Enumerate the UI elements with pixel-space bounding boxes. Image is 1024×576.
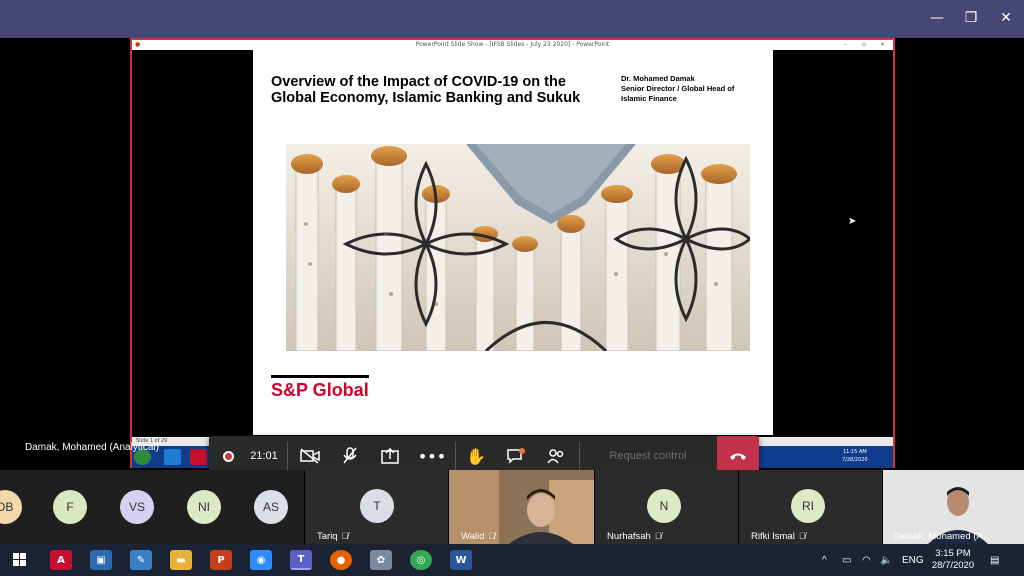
mosque-columns-image [286,144,750,351]
separator [579,442,580,470]
avatar[interactable]: NI [187,490,221,524]
shared-screen: PowerPoint Slide Show - [IFSB Slides - J… [130,38,895,468]
camera-off-icon [300,448,320,464]
pp-restore-icon[interactable]: ▫ [862,40,866,50]
firefox-icon[interactable]: ● [330,550,352,570]
mic-off-icon: 🎙̸ [654,531,662,541]
avatar[interactable]: VS [120,490,154,524]
people-icon [547,449,564,464]
clock-date: 28/7/2020 [931,560,975,571]
separator [287,442,288,470]
remote-pdf-icon[interactable] [190,449,207,465]
language-indicator[interactable]: ENG [902,544,924,576]
notifications-icon[interactable]: ▤ [990,544,1004,576]
mic-off-icon: 🎙̸ [798,531,806,541]
remote-clock: 11:15 AM 7/28/2020 [842,448,868,464]
show-hidden-icons[interactable]: ^ [822,544,836,576]
participant-tile[interactable]: RI Rifki Ismal 🎙̸ [739,470,882,544]
mouse-cursor-icon: ➤ [848,216,857,227]
mic-off-icon: 🎙̸ [488,531,496,541]
participant-gallery: DB F VS NI AS T Tariq 🎙̸ Walid 🎙̸ N Nurhaf… [0,470,1024,544]
more-icon: ••• [417,446,447,466]
close-button[interactable]: ✕ [990,6,1022,30]
participant-name: Nurhafsah 🎙̸ [607,531,662,542]
word-icon[interactable]: W [450,550,472,570]
windows-taskbar: A ▣ ✎ ▬ P ◉ T ● ✿ ◎ W ^ ▭ ◠ 🔈 ENG 3:15 P… [0,544,1024,576]
author-name: Dr. Mohamed Damak [621,74,695,83]
participant-video-walid[interactable]: Walid 🎙̸ [449,470,594,544]
participant-tile[interactable]: T Tariq 🎙̸ [305,470,448,544]
presenter-label: Damak, Mohamed (Analytical) [25,442,159,453]
minimize-button[interactable]: — [921,6,953,30]
participant-video-self[interactable]: Damak, Mohamed (A... [883,470,1024,544]
mic-off-icon [343,447,357,464]
windows-start-icon[interactable] [9,550,31,570]
teams-icon[interactable]: T [290,550,312,570]
participant-name: Damak, Mohamed (A... [893,531,991,542]
taskbar-clock[interactable]: 3:15 PM 28/7/2020 [928,548,978,572]
acrobat-icon[interactable]: A [50,550,72,570]
avatar: N [647,489,681,523]
teams-title-bar: — ❐ ✕ [0,0,1024,38]
powerpoint-app-icon: ● [135,41,141,48]
meeting-stage: PowerPoint Slide Show - [IFSB Slides - J… [0,38,1024,476]
pp-close-icon[interactable]: × [880,40,885,50]
participant-name: Rifki Ismal 🎙̸ [751,531,806,542]
slide-title: Overview of the Impact of COVID-19 on th… [271,74,581,106]
author-role: Senior Director / Global Head of Islamic… [621,84,735,103]
file-explorer-icon[interactable]: ▬ [170,550,192,570]
slide-author: Dr. Mohamed Damak Senior Director / Glob… [621,74,761,104]
chat-icon [507,448,525,464]
avatar: RI [791,489,825,523]
sp-global-logo: S&P Global [271,375,369,401]
powerpoint-icon[interactable]: P [210,550,232,570]
avatar[interactable]: F [53,490,87,524]
hand-icon: ✋ [466,446,486,466]
separator [455,442,456,470]
slide: Overview of the Impact of COVID-19 on th… [253,50,773,435]
volume-icon[interactable]: 🔈 [880,544,894,576]
phone-hangup-icon [730,453,746,460]
restore-button[interactable]: ❐ [955,6,987,30]
zoom-icon[interactable]: ◉ [250,550,272,570]
remote-time: 11:15 AM [842,449,867,455]
wifi-icon[interactable]: ◠ [862,544,876,576]
remote-date: 7/28/2020 [842,457,868,463]
store-icon[interactable]: ▣ [90,550,112,570]
battery-icon[interactable]: ▭ [842,544,856,576]
avatar: T [360,489,394,523]
notepad-icon[interactable]: ✎ [130,550,152,570]
participant-name: Tariq 🎙̸ [317,531,349,542]
pp-minimize-icon[interactable]: – [844,40,847,50]
avatar[interactable]: DB [0,490,22,524]
paint-icon[interactable]: ✿ [370,550,392,570]
chrome-icon[interactable]: ◎ [410,550,432,570]
mic-off-icon: 🎙̸ [341,531,349,541]
avatar[interactable]: AS [254,490,288,524]
share-icon [381,448,399,464]
participant-tile-group: DB F VS NI AS [0,470,304,544]
participant-tile[interactable]: N Nurhafsah 🎙̸ [595,470,738,544]
participant-name: Walid 🎙̸ [461,531,496,542]
powerpoint-title: PowerPoint Slide Show - [IFSB Slides - J… [132,40,893,50]
clock-time: 3:15 PM [935,548,971,559]
remote-ie-icon[interactable] [164,449,181,465]
